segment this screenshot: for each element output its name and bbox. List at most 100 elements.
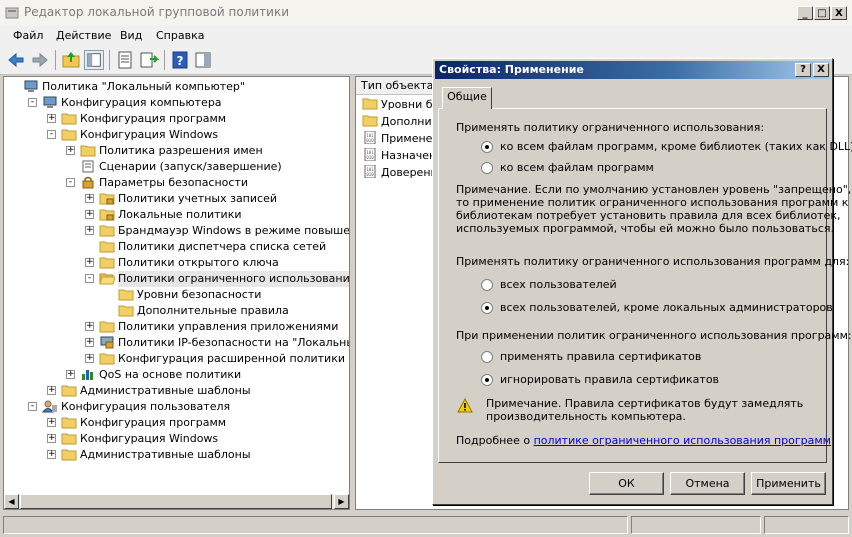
- forward-icon[interactable]: [30, 50, 50, 70]
- up-folder-icon[interactable]: [61, 50, 81, 70]
- tree-item[interactable]: + Политики управления приложениями: [4, 319, 349, 335]
- scroll-left-button[interactable]: ◀: [4, 494, 19, 509]
- expand-icon[interactable]: +: [85, 210, 94, 219]
- tree-horizontal-scrollbar[interactable]: ◀ ▶: [4, 494, 349, 509]
- tree-item[interactable]: Политика "Локальный компьютер": [4, 79, 349, 95]
- collapse-icon[interactable]: -: [85, 274, 94, 283]
- note-line-3: библиотекам потребует установить правила…: [456, 209, 841, 222]
- show-hide-tree-icon[interactable]: [84, 50, 104, 70]
- ipsec-icon: [99, 336, 115, 349]
- tree-item[interactable]: + QoS на основе политики: [4, 367, 349, 383]
- expand-icon[interactable]: +: [47, 450, 56, 459]
- folder-open-icon: [99, 272, 116, 285]
- ok-button[interactable]: ОК: [589, 472, 664, 495]
- apply-button[interactable]: Применить: [751, 472, 826, 495]
- collapse-icon[interactable]: -: [28, 98, 37, 107]
- radio-apply-certificate-rules-label[interactable]: применять правила сертификатов: [500, 350, 701, 363]
- tree-item[interactable]: + Конфигурация программ: [4, 111, 349, 127]
- export-list-icon[interactable]: [139, 50, 159, 70]
- radio-all-except-libraries-label[interactable]: ко всем файлам программ, кроме библиотек…: [500, 140, 852, 153]
- console-tree[interactable]: Политика "Локальный компьютер" - Конфигура…: [3, 76, 350, 510]
- folder-icon: [61, 432, 77, 445]
- show-action-pane-icon[interactable]: [193, 50, 213, 70]
- minimize-button[interactable]: _: [797, 6, 813, 20]
- expand-icon[interactable]: +: [47, 418, 56, 427]
- expand-icon[interactable]: +: [47, 434, 56, 443]
- expand-icon[interactable]: +: [47, 114, 56, 123]
- properties-icon[interactable]: [115, 50, 135, 70]
- radio-all-files[interactable]: [481, 162, 493, 174]
- tree-item[interactable]: + Локальные политики: [4, 207, 349, 223]
- menu-help[interactable]: Справка: [156, 29, 204, 42]
- help-icon[interactable]: ?: [170, 50, 190, 70]
- maximize-button[interactable]: □: [814, 6, 830, 20]
- dialog-close-button[interactable]: X: [813, 63, 829, 77]
- more-info-link[interactable]: политике ограниченного использования про…: [534, 434, 831, 447]
- radio-all-except-admins[interactable]: [481, 302, 493, 314]
- tree-item[interactable]: + Политика разрешения имен: [4, 143, 349, 159]
- tree-item-label: Конфигурация программ: [80, 416, 227, 429]
- menu-action[interactable]: Действие: [56, 29, 111, 42]
- tree-item[interactable]: + Конфигурация расширенной политики аудит…: [4, 351, 349, 367]
- policy-file-icon: 101 010: [362, 130, 378, 145]
- menu-file[interactable]: Файл: [13, 29, 43, 42]
- warning-line-2: производительность компьютера.: [486, 410, 686, 423]
- tree-item[interactable]: Политики диспетчера списка сетей: [4, 239, 349, 255]
- tree-item-label: Политика разрешения имен: [99, 144, 263, 157]
- tree-item[interactable]: Уровни безопасности: [4, 287, 349, 303]
- cancel-button[interactable]: Отмена: [670, 472, 745, 495]
- collapse-icon[interactable]: -: [66, 178, 75, 187]
- tree-item[interactable]: + Политики открытого ключа: [4, 255, 349, 271]
- radio-all-except-admins-label[interactable]: всех пользователей, кроме локальных адми…: [500, 301, 833, 314]
- expand-icon[interactable]: +: [85, 354, 94, 363]
- tree-item-label: QoS на основе политики: [99, 368, 242, 381]
- collapse-icon[interactable]: -: [28, 402, 37, 411]
- tree-item[interactable]: - Конфигурация Windows: [4, 127, 349, 143]
- expand-icon[interactable]: +: [85, 338, 94, 347]
- radio-all-except-libraries[interactable]: [481, 141, 493, 153]
- status-section-main: [3, 516, 628, 534]
- svg-text:010: 010: [366, 155, 374, 160]
- close-button[interactable]: X: [831, 6, 847, 20]
- tree-item[interactable]: - Политики ограниченного использования пр…: [4, 271, 349, 287]
- tree-item[interactable]: + Конфигурация Windows: [4, 431, 349, 447]
- folder-lock-icon: [99, 208, 115, 221]
- tree-item[interactable]: - Параметры безопасности: [4, 175, 349, 191]
- radio-ignore-certificate-rules[interactable]: [481, 374, 493, 386]
- radio-apply-certificate-rules[interactable]: [481, 351, 493, 363]
- expand-icon[interactable]: +: [85, 194, 94, 203]
- tree-item[interactable]: + Административные шаблоны: [4, 383, 349, 399]
- expand-icon[interactable]: +: [85, 322, 94, 331]
- column-header-object-type[interactable]: Тип объекта: [356, 77, 436, 95]
- dialog-help-button[interactable]: ?: [795, 63, 811, 77]
- folder-icon: [362, 114, 378, 127]
- expand-icon[interactable]: +: [66, 370, 75, 379]
- tree-item[interactable]: Сценарии (запуск/завершение): [4, 159, 349, 175]
- tree-item[interactable]: + Политики учетных записей: [4, 191, 349, 207]
- tree-item[interactable]: + Брандмауэр Windows в режиме повышенной …: [4, 223, 349, 239]
- list-item[interactable]: 101 010 Доверенн: [362, 164, 438, 181]
- tree-item[interactable]: + Административные шаблоны: [4, 447, 349, 463]
- radio-all-users[interactable]: [481, 279, 493, 291]
- radio-ignore-certificate-rules-label[interactable]: игнорировать правила сертификатов: [500, 373, 719, 386]
- scroll-thumb[interactable]: [20, 494, 332, 509]
- radio-all-files-label[interactable]: ко всем файлам программ: [500, 161, 654, 174]
- tab-general[interactable]: Общие: [442, 87, 492, 109]
- tree-item[interactable]: + Политики IP-безопасности на "Локальный …: [4, 335, 349, 351]
- tree-item[interactable]: Дополнительные правила: [4, 303, 349, 319]
- tree-item[interactable]: - Конфигурация компьютера: [4, 95, 349, 111]
- expand-icon[interactable]: +: [85, 258, 94, 267]
- menu-view[interactable]: Вид: [120, 29, 142, 42]
- expand-icon[interactable]: +: [85, 226, 94, 235]
- tree-item-label: Дополнительные правила: [137, 304, 289, 317]
- radio-selected-dot: [485, 378, 489, 382]
- radio-all-users-label[interactable]: всех пользователей: [500, 278, 617, 291]
- collapse-icon[interactable]: -: [47, 130, 56, 139]
- expand-icon[interactable]: +: [47, 386, 56, 395]
- scroll-right-button[interactable]: ▶: [334, 494, 349, 509]
- dialog-title-bar: Свойства: Применение ? X: [435, 61, 830, 79]
- back-icon[interactable]: [6, 50, 26, 70]
- expand-icon[interactable]: +: [66, 146, 75, 155]
- tree-item[interactable]: - Конфигурация пользователя: [4, 399, 349, 415]
- tree-item[interactable]: + Конфигурация программ: [4, 415, 349, 431]
